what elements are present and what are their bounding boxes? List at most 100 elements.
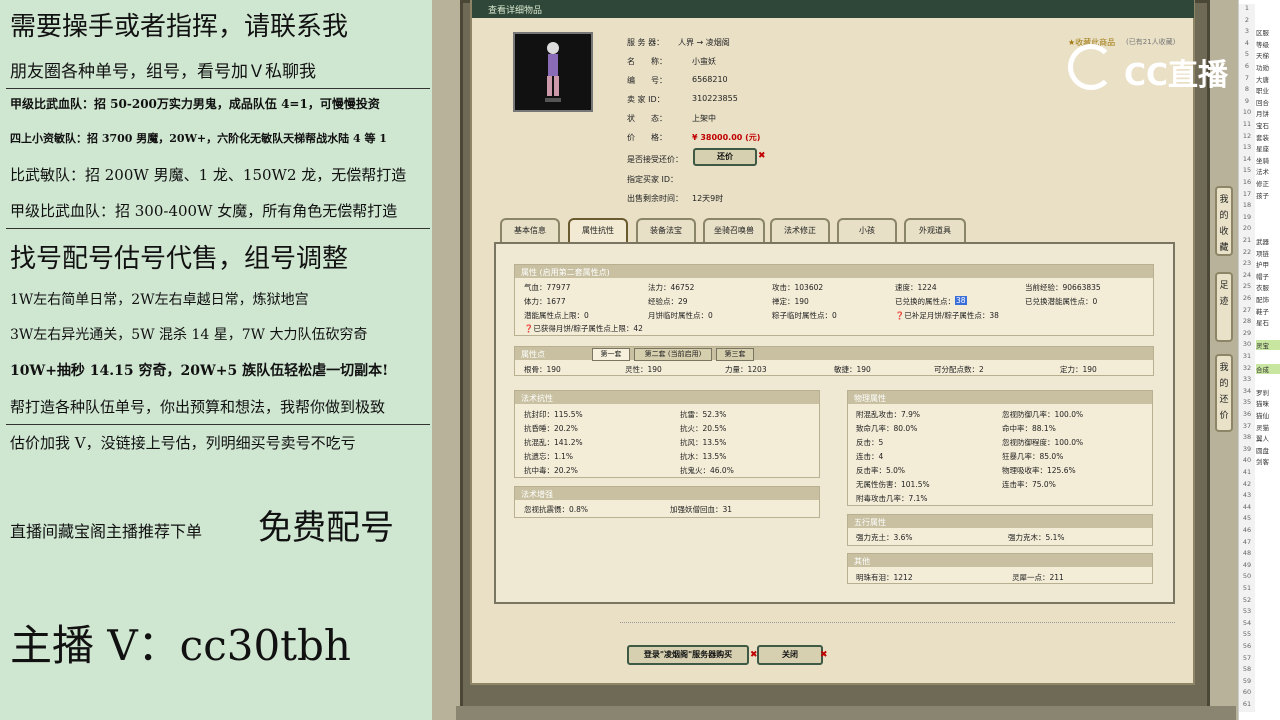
sheet-row[interactable]: 14 坐骑 (1239, 154, 1280, 167)
side-tab-bargains[interactable]: 我的还价 (1215, 354, 1233, 432)
sheet-row[interactable]: 18 (1239, 201, 1280, 213)
point-cell: 敏捷：190 (834, 365, 871, 374)
sheet-row[interactable]: 38 翼人 (1239, 433, 1280, 445)
sheet-row[interactable]: 22 项链 (1239, 247, 1280, 260)
sheet-row[interactable]: 24 帽子 (1239, 270, 1280, 283)
close-x-icon: ✖ (758, 151, 766, 161)
sheet-row[interactable]: 23 护甲 (1239, 259, 1280, 271)
sheet-row[interactable]: 40 剑客 (1239, 456, 1280, 468)
row-number: 29 (1239, 328, 1255, 341)
sheet-row[interactable]: 42 (1239, 479, 1280, 492)
resist-cell: 抗昏睡：20.2% (524, 424, 578, 433)
sheet-row[interactable]: 60 (1239, 688, 1280, 700)
tab-mounts[interactable]: 坐骑召唤兽 (703, 218, 765, 242)
sheet-row[interactable]: 30 灵宝 (1239, 340, 1280, 352)
sheet-row[interactable]: 52 (1239, 595, 1280, 608)
sheet-row[interactable]: 56 (1239, 642, 1280, 654)
sheet-row[interactable]: 10 月饼 (1239, 108, 1280, 120)
cell-value: 职业 (1256, 87, 1269, 96)
sheet-row[interactable]: 2 (1239, 15, 1280, 28)
sheet-row[interactable]: 51 (1239, 584, 1280, 596)
row-number: 34 (1239, 386, 1255, 399)
cell-value: 天梯 (1256, 52, 1269, 61)
sheet-row[interactable]: 37 灵猫 (1239, 421, 1280, 434)
sheet-row[interactable]: 4 等级 (1239, 38, 1280, 51)
row-number: 18 (1239, 201, 1255, 213)
character-portrait (513, 32, 593, 112)
point-set-tab-1[interactable]: 第一套 (592, 348, 630, 361)
sheet-row[interactable]: 41 (1239, 468, 1280, 480)
sheet-row[interactable]: 44 (1239, 502, 1280, 515)
sheet-row[interactable]: 39 圆盘 (1239, 444, 1280, 457)
help-icon[interactable]: ❓ (524, 324, 533, 333)
dialog-titlebar: 查看详细物品 (472, 0, 1194, 18)
sheet-row[interactable]: 34 罗刹 (1239, 386, 1280, 399)
sheet-row[interactable]: 61 (1239, 700, 1280, 712)
tab-attributes[interactable]: 属性抗性 (568, 218, 628, 242)
sheet-row[interactable]: 17 孩子 (1239, 189, 1280, 202)
sheet-row[interactable]: 9 回合 (1239, 96, 1280, 109)
sheet-row[interactable]: 1 (1239, 4, 1280, 16)
sheet-row[interactable]: 43 (1239, 491, 1280, 503)
row-number: 33 (1239, 375, 1255, 387)
sheet-row[interactable]: 50 (1239, 572, 1280, 584)
row-number: 54 (1239, 618, 1255, 631)
sheet-row[interactable]: 5 天梯 (1239, 50, 1280, 62)
point-set-tab-3[interactable]: 第三套 (716, 348, 754, 361)
sheet-row[interactable]: 36 猫仙 (1239, 410, 1280, 422)
tab-child[interactable]: 小孩 (837, 218, 897, 242)
sheet-row[interactable]: 35 猫咪 (1239, 398, 1280, 410)
side-tab-favorites[interactable]: 我的收藏 (1215, 186, 1233, 256)
tab-appearance[interactable]: 外观道具 (904, 218, 966, 242)
point-set-tab-2[interactable]: 第二套 (当前启用) (634, 348, 712, 361)
sheet-row[interactable]: 19 (1239, 212, 1280, 225)
sheet-row[interactable]: 59 (1239, 676, 1280, 689)
sheet-row[interactable]: 49 (1239, 560, 1280, 573)
sheet-row[interactable]: 12 套装 (1239, 131, 1280, 144)
row-number: 50 (1239, 572, 1255, 584)
sheet-row[interactable]: 45 (1239, 514, 1280, 526)
sheet-row[interactable]: 3 区服 (1239, 27, 1280, 39)
buy-button[interactable]: 登录"凌烟阁"服务器购买 (627, 645, 749, 665)
tab-equipment[interactable]: 装备法宝 (636, 218, 696, 242)
help-icon[interactable]: ❓ (895, 311, 904, 320)
sheet-row[interactable]: 31 (1239, 352, 1280, 364)
cell-value: 翼人 (1256, 435, 1269, 444)
status-label: 状 态： (627, 114, 667, 123)
sheet-row[interactable]: 33 (1239, 375, 1280, 387)
sheet-row[interactable]: 16 修正 (1239, 178, 1280, 190)
sheet-row[interactable]: 7 大唐 (1239, 73, 1280, 86)
bargain-button[interactable]: 还价 (693, 148, 757, 166)
side-tab-history[interactable]: 足迹 (1215, 272, 1233, 342)
sheet-row[interactable]: 8 职业 (1239, 85, 1280, 97)
sheet-row[interactable]: 25 衣服 (1239, 282, 1280, 294)
promo-line: 1W左右简单日常，2W左右卓越日常，炼狱地宫 (10, 292, 309, 308)
sheet-row[interactable]: 57 (1239, 653, 1280, 666)
close-button[interactable]: 关闭 (757, 645, 823, 665)
sheet-row[interactable]: 20 (1239, 224, 1280, 236)
sheet-row[interactable]: 11 宝石 (1239, 120, 1280, 132)
sheet-row[interactable]: 29 (1239, 328, 1280, 341)
name-label: 名 称： (627, 57, 667, 66)
other-cell: 灵犀一点：211 (1012, 573, 1064, 582)
sheet-row[interactable]: 55 (1239, 630, 1280, 642)
cell-value: 套装 (1256, 133, 1269, 142)
sheet-row[interactable]: 15 法术 (1239, 166, 1280, 178)
sheet-row[interactable]: 28 星石 (1239, 317, 1280, 329)
sheet-row[interactable]: 47 (1239, 537, 1280, 550)
tab-basic-info[interactable]: 基本信息 (500, 218, 560, 242)
sheet-row[interactable]: 6 功勋 (1239, 62, 1280, 74)
row-number: 41 (1239, 468, 1255, 480)
sheet-row[interactable]: 13 星座 (1239, 143, 1280, 155)
sheet-row[interactable]: 48 (1239, 549, 1280, 561)
sheet-row[interactable]: 54 (1239, 618, 1280, 631)
sheet-row[interactable]: 58 (1239, 665, 1280, 677)
cc-logo-icon (1068, 44, 1114, 90)
sheet-row[interactable]: 53 (1239, 607, 1280, 619)
sheet-row[interactable]: 26 配饰 (1239, 294, 1280, 306)
tab-spell-mods[interactable]: 法术修正 (770, 218, 830, 242)
sheet-row[interactable]: 27 鞋子 (1239, 305, 1280, 318)
sheet-row[interactable]: 32 合成 (1239, 363, 1280, 376)
sheet-row[interactable]: 46 (1239, 526, 1280, 538)
sheet-row[interactable]: 21 武器 (1239, 236, 1280, 248)
